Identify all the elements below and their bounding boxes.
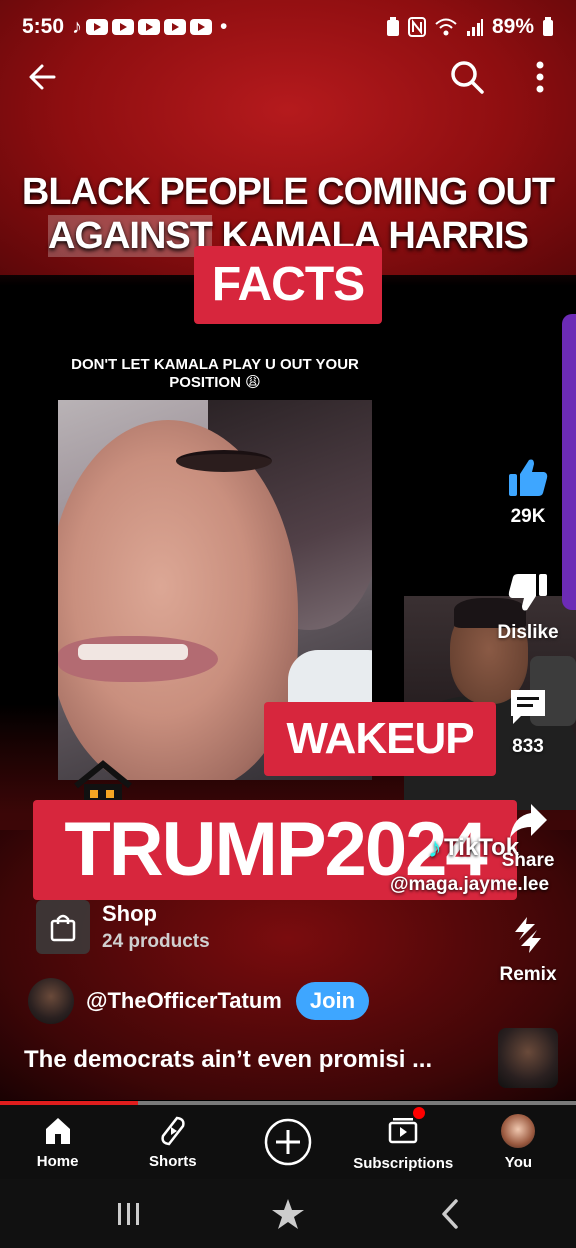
- comment-icon: [511, 690, 545, 724]
- back-chevron-icon[interactable]: [432, 1197, 468, 1231]
- signal-icon: [466, 19, 483, 36]
- thumb-up-icon: [509, 459, 548, 496]
- facts-tag: FACTS: [194, 246, 382, 324]
- clip-eye: [176, 450, 272, 472]
- app-bar: [0, 54, 576, 100]
- youtube-notification-icon: [190, 19, 213, 35]
- thumb-down-icon: [508, 574, 547, 611]
- tiktok-notification-icon: ♪: [72, 15, 83, 38]
- shorts-icon: [161, 1116, 185, 1145]
- like-button[interactable]: 29K: [488, 456, 568, 528]
- remix-icon: [515, 917, 541, 953]
- bottom-navigation: Home Shorts Subscriptions You: [0, 1105, 576, 1179]
- nav-shorts-label: Shorts: [149, 1152, 197, 1170]
- channel-row: @TheOfficerTatum Join: [28, 978, 370, 1024]
- nfc-icon: [407, 17, 426, 37]
- nav-create[interactable]: [230, 1105, 345, 1179]
- share-button[interactable]: Share: [488, 800, 568, 872]
- status-right: 89%: [386, 15, 554, 39]
- share-label: Share: [501, 850, 555, 871]
- shopping-bag-icon: [36, 900, 90, 954]
- remix-label: Remix: [499, 964, 557, 985]
- join-button[interactable]: Join: [295, 982, 370, 1020]
- like-count: 29K: [510, 506, 546, 527]
- wakeup-tag: WAKEUP: [264, 702, 496, 776]
- system-navigation-bar: [0, 1179, 576, 1248]
- status-time: 5:50: [22, 15, 65, 38]
- profile-avatar: [501, 1113, 536, 1148]
- recent-apps-icon[interactable]: [110, 1197, 146, 1231]
- nav-subscriptions-label: Subscriptions: [353, 1154, 454, 1172]
- youtube-notification-icon: [138, 19, 161, 35]
- wifi-icon: [435, 18, 457, 36]
- shop-title: Shop: [102, 901, 157, 926]
- more-vert-icon[interactable]: [522, 58, 558, 96]
- channel-avatar[interactable]: [28, 978, 74, 1024]
- home-icon: [45, 1117, 70, 1144]
- new-content-dot: [413, 1106, 426, 1119]
- shop-text: Shop 24 products: [102, 901, 210, 953]
- tiktok-handle: @maga.jayme.lee: [390, 874, 550, 895]
- subscriptions-icon-wrap: [387, 1106, 426, 1155]
- shorts-screen: 5:50 ♪ • 89% BLACK PEOPLE COMING OUT AGA…: [0, 0, 576, 1248]
- nav-home[interactable]: Home: [0, 1105, 115, 1179]
- channel-handle[interactable]: @TheOfficerTatum: [86, 988, 282, 1014]
- remix-button[interactable]: Remix: [488, 914, 568, 986]
- video-headline: BLACK PEOPLE COMING OUT AGAINST KAMALA H…: [0, 170, 576, 258]
- headline-word-against: AGAINST: [47, 215, 213, 257]
- nav-you-label: You: [504, 1153, 533, 1171]
- battery-icon: [543, 17, 553, 36]
- short-title[interactable]: The democrats ain’t even promisi ...: [24, 1046, 432, 1074]
- tiktok-logo-icon: ♪: [428, 832, 442, 863]
- clip-teeth: [78, 644, 188, 660]
- battery-level: 89%: [491, 15, 534, 38]
- shop-subtitle: 24 products: [102, 931, 210, 952]
- more-notifications-dot-icon: •: [220, 15, 228, 38]
- share-icon: [510, 804, 547, 838]
- nav-subscriptions[interactable]: Subscriptions: [346, 1105, 461, 1179]
- comments-button[interactable]: 833: [488, 686, 568, 758]
- dislike-label: Dislike: [497, 622, 559, 643]
- arrow-left-icon[interactable]: [24, 58, 62, 96]
- youtube-notification-icon: [164, 19, 187, 35]
- nav-you[interactable]: You: [461, 1105, 576, 1179]
- comments-count: 833: [512, 736, 544, 757]
- home-star-icon[interactable]: [270, 1197, 306, 1231]
- battery-saver-icon: [386, 17, 399, 36]
- headline-line-1: BLACK PEOPLE COMING OUT: [21, 171, 555, 213]
- nav-shorts[interactable]: Shorts: [115, 1105, 230, 1179]
- status-bar: 5:50 ♪ • 89%: [0, 0, 576, 54]
- shop-chip[interactable]: Shop 24 products: [36, 900, 210, 954]
- youtube-notification-icon: [86, 19, 109, 35]
- youtube-notification-icon: [112, 19, 135, 35]
- search-icon[interactable]: [448, 58, 486, 96]
- sound-thumbnail[interactable]: [498, 1028, 558, 1088]
- clip-caption: DON'T LET KAMALA PLAY U OUT YOUR POSITIO…: [71, 356, 359, 391]
- nav-home-label: Home: [36, 1152, 79, 1170]
- dislike-button[interactable]: Dislike: [488, 572, 568, 644]
- create-plus-icon: [264, 1118, 312, 1166]
